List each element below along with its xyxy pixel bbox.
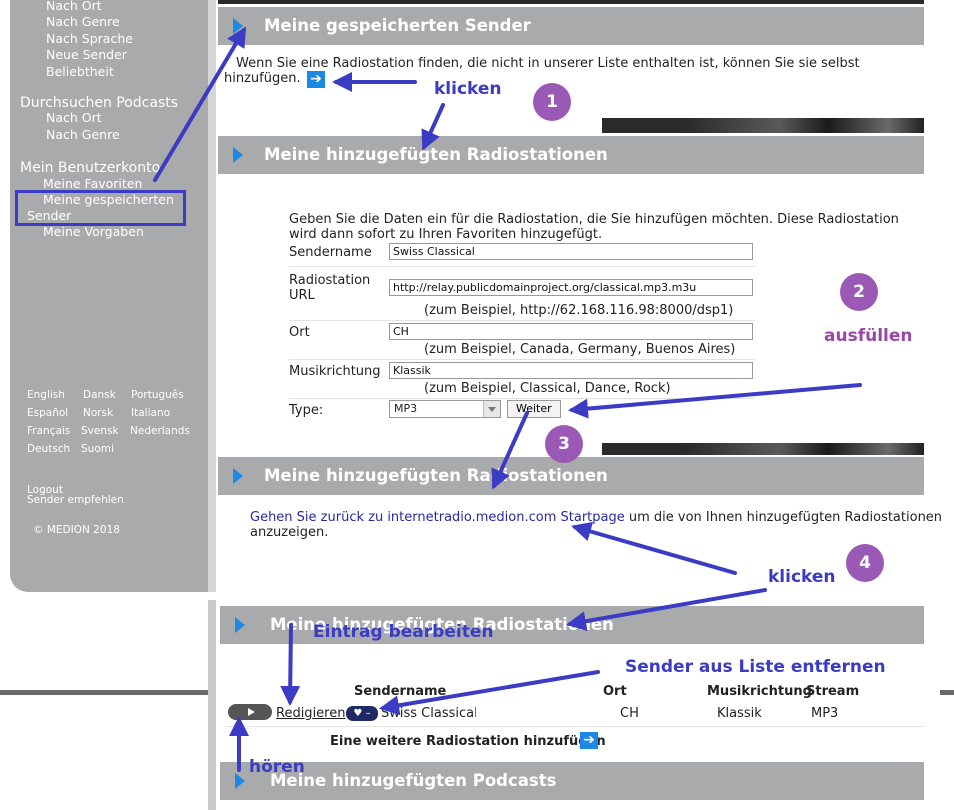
annotation-remove-station: Sender aus Liste entfernen (625, 657, 886, 677)
arrow-to-list-header (566, 588, 767, 632)
annotation-arrows (153, 26, 862, 772)
annotation-fill: ausfüllen (824, 326, 913, 346)
step-2-badge: 2 (840, 273, 878, 311)
annotation-edit-entry: Eintrag bearbeiten (313, 622, 494, 642)
step-4-badge: 4 (846, 544, 884, 582)
arrow-to-section-title (153, 26, 247, 182)
arrow-to-form-header (421, 103, 445, 151)
annotation-click-1: klicken (434, 79, 502, 99)
arrow-to-edit (280, 623, 301, 706)
arrow-to-startpage-link (571, 521, 737, 575)
annotation-listen: hören (249, 757, 305, 777)
step-1-badge: 1 (533, 83, 571, 121)
step-3-badge: 3 (545, 425, 583, 463)
arrow-to-remove (379, 670, 600, 716)
arrow-to-confirm-header (491, 411, 529, 490)
arrow-to-weiter (568, 383, 862, 419)
annotation-click-2: klicken (768, 567, 836, 587)
